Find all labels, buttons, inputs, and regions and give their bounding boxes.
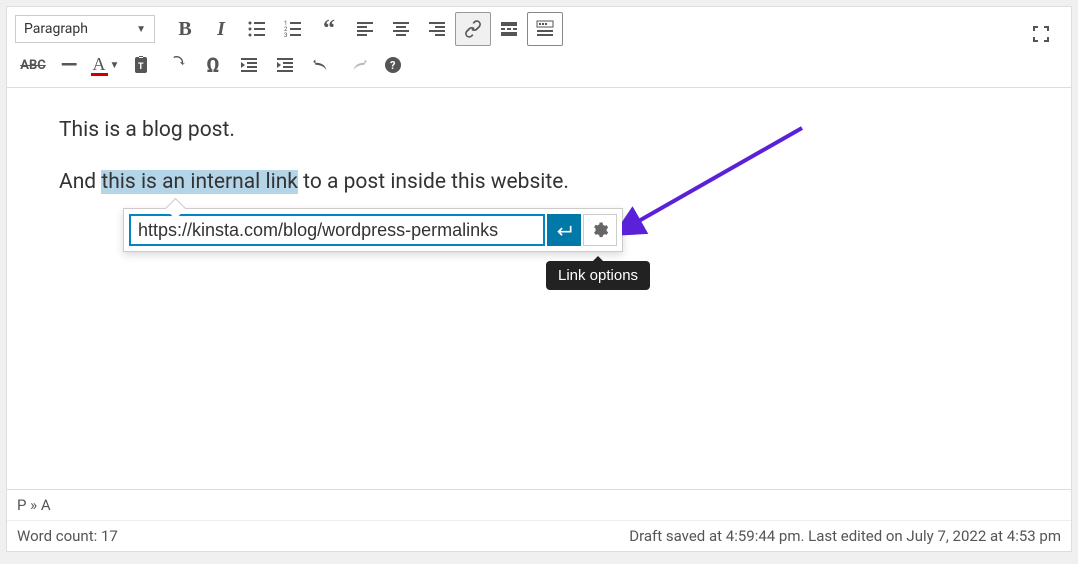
outdent-button[interactable]: [231, 48, 267, 82]
text-color-button[interactable]: A▼: [87, 48, 123, 82]
link-button[interactable]: [455, 12, 491, 46]
align-right-button[interactable]: [419, 12, 455, 46]
italic-button[interactable]: I: [203, 12, 239, 46]
toolbar-row-1: Paragraph ▼ B I 123 “: [15, 11, 1063, 47]
enter-icon: [554, 220, 574, 240]
link-url-input[interactable]: [129, 214, 545, 246]
help-button[interactable]: ?: [375, 48, 411, 82]
apply-link-button[interactable]: [547, 214, 581, 246]
link-popup: Link options: [123, 208, 623, 252]
gear-icon: [591, 221, 609, 239]
content-paragraph-2: And this is an internal link to a post i…: [59, 170, 1019, 194]
link-options-tooltip: Link options: [546, 261, 650, 290]
editor-footer: P » A Word count: 17 Draft saved at 4:59…: [7, 489, 1071, 551]
word-count: Word count: 17: [17, 527, 118, 545]
svg-text:3: 3: [284, 32, 287, 39]
horizontal-rule-button[interactable]: —: [51, 48, 87, 82]
format-dropdown-label: Paragraph: [24, 21, 88, 37]
toolbar-row-2: ABC — A▼ T Ω ?: [15, 47, 1063, 83]
blockquote-button[interactable]: “: [311, 12, 347, 46]
format-dropdown[interactable]: Paragraph ▼: [15, 15, 155, 43]
bold-button[interactable]: B: [167, 12, 203, 46]
toolbar-toggle-button[interactable]: [527, 12, 563, 46]
bullet-list-button[interactable]: [239, 12, 275, 46]
indent-button[interactable]: [267, 48, 303, 82]
caret-down-icon: ▼: [136, 24, 146, 35]
editor-container: Paragraph ▼ B I 123 “: [6, 6, 1072, 552]
read-more-button[interactable]: [491, 12, 527, 46]
content-area[interactable]: This is a blog post. And this is an inte…: [7, 88, 1071, 489]
svg-text:?: ?: [390, 59, 396, 72]
selected-link-text: this is an internal link: [101, 170, 298, 194]
toolbar: Paragraph ▼ B I 123 “: [7, 7, 1071, 88]
element-path[interactable]: P » A: [7, 490, 1071, 521]
numbered-list-button[interactable]: 123: [275, 12, 311, 46]
align-center-button[interactable]: [383, 12, 419, 46]
special-character-button[interactable]: Ω: [195, 48, 231, 82]
footer-status-row: Word count: 17 Draft saved at 4:59:44 pm…: [7, 521, 1071, 551]
paste-text-button[interactable]: T: [123, 48, 159, 82]
content-paragraph-1: This is a blog post.: [59, 118, 1019, 142]
link-options-button[interactable]: Link options: [583, 214, 617, 246]
distraction-free-button[interactable]: [1023, 17, 1059, 51]
svg-text:T: T: [138, 62, 144, 72]
clear-formatting-button[interactable]: [159, 48, 195, 82]
undo-button[interactable]: [303, 48, 339, 82]
strikethrough-button[interactable]: ABC: [15, 48, 51, 82]
save-status: Draft saved at 4:59:44 pm. Last edited o…: [629, 527, 1061, 545]
redo-button[interactable]: [339, 48, 375, 82]
align-left-button[interactable]: [347, 12, 383, 46]
